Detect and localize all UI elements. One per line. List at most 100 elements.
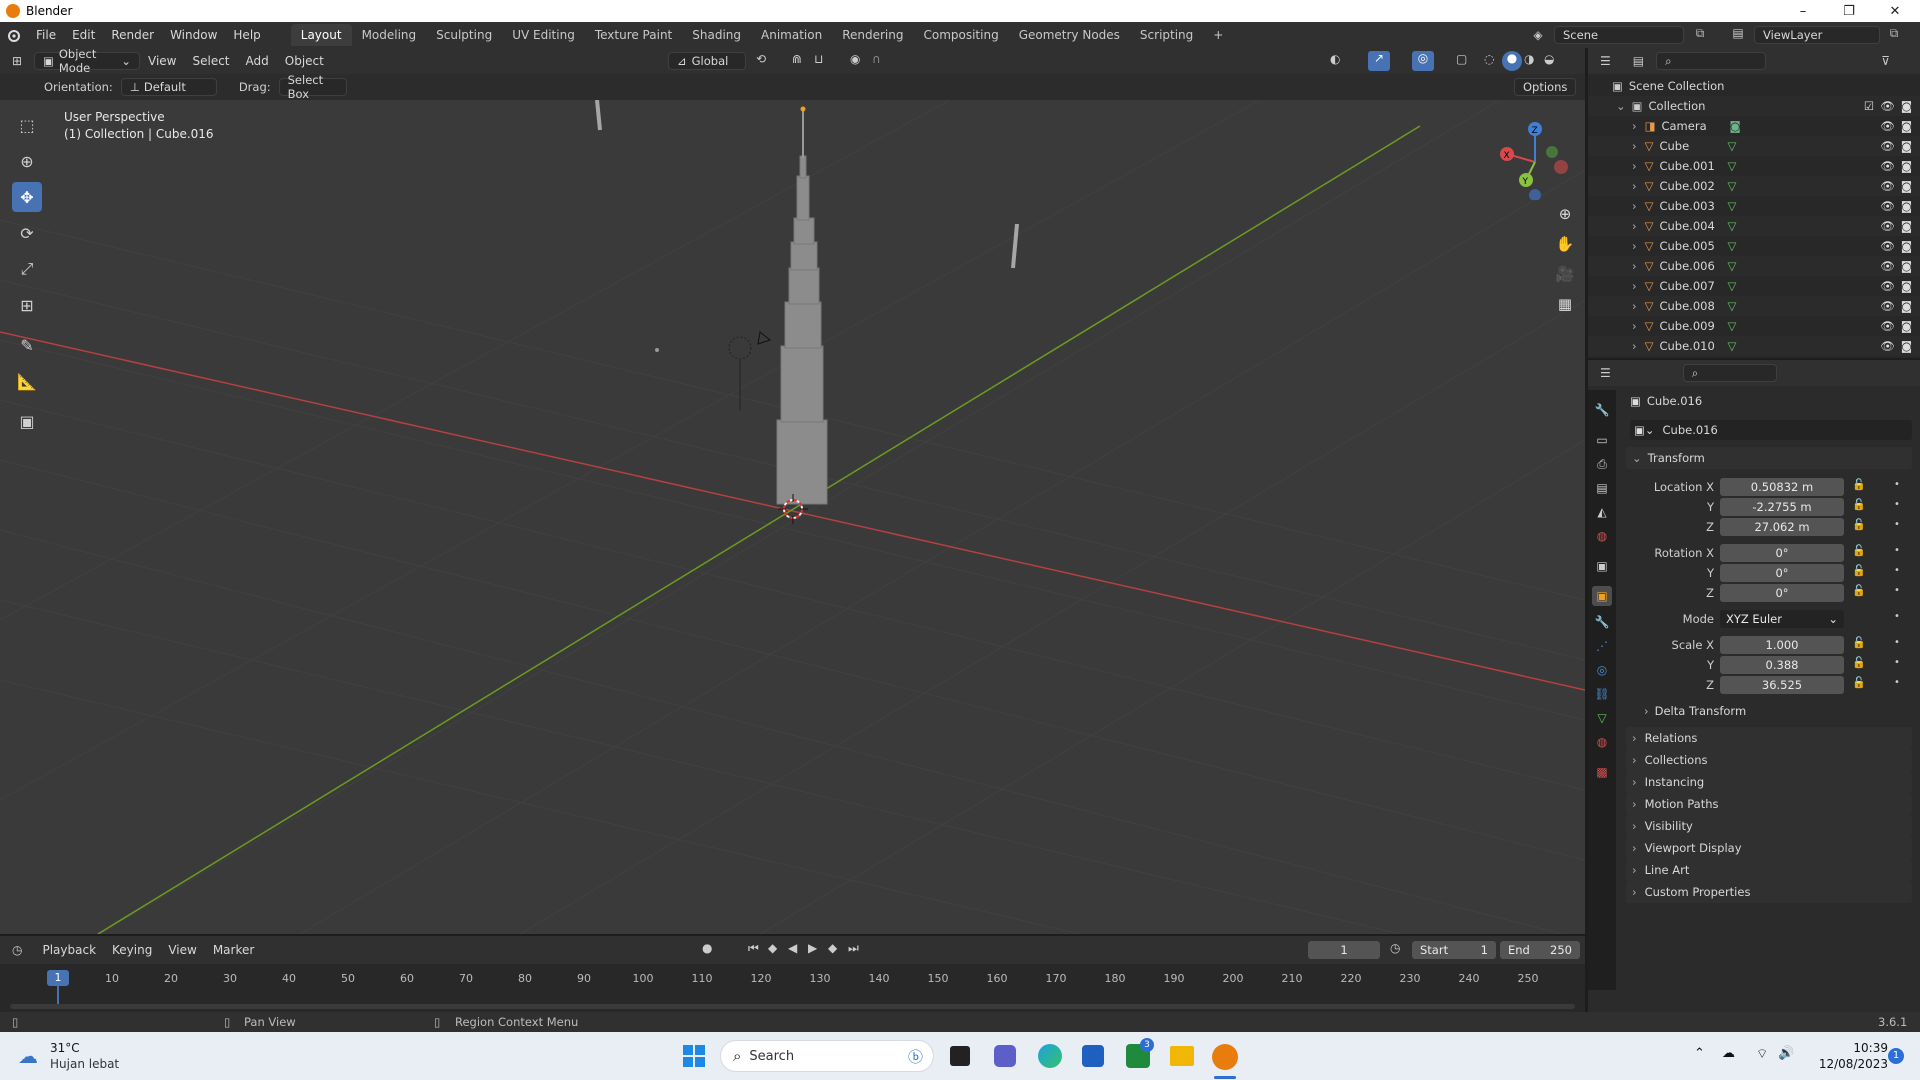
chevron-right-icon[interactable]: › (1632, 179, 1637, 193)
tab-shading[interactable]: Shading (682, 24, 751, 46)
lock-icon[interactable]: 🔓 (1852, 518, 1866, 531)
chevron-right-icon[interactable]: › (1632, 199, 1637, 213)
view-layer-tab-icon[interactable]: ▤ (1592, 478, 1612, 498)
chevron-right-icon[interactable]: › (1632, 259, 1637, 273)
preview-range-icon[interactable]: ◷ (1390, 941, 1400, 955)
keyframe-dot-icon[interactable]: • (1894, 637, 1900, 648)
outliner-item[interactable]: › ▽ Cube.010 ▽ 👁 ◙ (1588, 336, 1920, 356)
viewport-scene[interactable] (0, 100, 1585, 934)
properties-editor-type-icon[interactable]: ☰ (1600, 366, 1611, 380)
panel-collections[interactable]: › Collections (1626, 749, 1912, 771)
mesh-data-icon[interactable]: ▽ (1727, 199, 1736, 213)
tray-overflow-icon[interactable]: ⌃ (1694, 1046, 1705, 1061)
lock-icon[interactable]: 🔓 (1852, 564, 1866, 577)
material-shading-icon[interactable]: ◑ (1524, 52, 1534, 66)
transform-panel-header[interactable]: ⌄ Transform (1626, 447, 1912, 469)
mesh-data-icon[interactable]: ▽ (1727, 139, 1736, 153)
blender-taskbar-icon[interactable] (1212, 1044, 1238, 1070)
filter-icon[interactable]: ⊽ (1881, 54, 1890, 68)
mode-dropdown[interactable]: ▣ Object Mode ⌄ (34, 47, 140, 75)
checkbox-icon[interactable]: ☑ (1864, 99, 1874, 113)
location-y-field[interactable]: -2.2755 m (1720, 498, 1844, 516)
rotation-x-field[interactable]: 0° (1720, 544, 1844, 562)
mesh-data-icon[interactable]: ▽ (1727, 339, 1736, 353)
end-frame-field[interactable]: End 250 (1500, 941, 1580, 959)
chevron-right-icon[interactable]: › (1632, 239, 1637, 253)
menu-render[interactable]: Render (103, 22, 162, 48)
clock-time[interactable]: 10:39 (1818, 1041, 1888, 1055)
tab-compositing[interactable]: Compositing (913, 24, 1008, 46)
drag-dropdown[interactable]: Select Box (278, 73, 347, 101)
camera-render-icon[interactable]: ◙ (1901, 319, 1912, 333)
mesh-data-icon[interactable]: ▽ (1727, 239, 1736, 253)
wifi-icon[interactable]: ⌔ (1756, 1046, 1768, 1062)
eye-icon[interactable]: 👁 (1880, 159, 1895, 173)
taskbar-search-box[interactable]: ⌕ Search ⓑ (720, 1040, 934, 1072)
eye-icon[interactable]: 👁 (1880, 279, 1895, 293)
outliner-item[interactable]: › ▽ Cube.001 ▽ 👁 ◙ (1588, 156, 1920, 176)
play-reverse-icon[interactable]: ◀ (788, 941, 797, 955)
delta-transform-subpanel[interactable]: › Delta Transform (1644, 704, 1746, 718)
scale-z-field[interactable]: 36.525 (1720, 676, 1844, 694)
camera-render-icon[interactable]: ◙ (1901, 259, 1912, 273)
weather-icon[interactable]: ☁ (18, 1044, 44, 1068)
mesh-data-icon[interactable]: ▽ (1727, 219, 1736, 233)
zoom-view-icon[interactable]: ⊕ (1553, 205, 1577, 229)
falloff-icon[interactable]: ∩ (872, 52, 881, 66)
eye-icon[interactable]: 👁 (1880, 219, 1895, 233)
weather-desc[interactable]: Hujan lebat (50, 1057, 119, 1071)
timeline-editor-type-icon[interactable]: ◷ (12, 943, 22, 957)
world-tab-icon[interactable]: ◍ (1592, 526, 1612, 546)
record-icon[interactable]: ● (702, 941, 712, 955)
mesh-data-icon[interactable]: ▽ (1727, 259, 1736, 273)
chevron-right-icon[interactable]: › (1632, 299, 1637, 313)
outliner-item[interactable]: › ▽ Cube.006 ▽ 👁 ◙ (1588, 256, 1920, 276)
mesh-data-icon[interactable]: ▽ (1727, 319, 1736, 333)
modifier-tab-icon[interactable]: 🔧 (1592, 612, 1612, 632)
location-x-field[interactable]: 0.50832 m (1720, 478, 1844, 496)
xray-toggle-icon[interactable]: ▢ (1456, 52, 1467, 66)
panel-instancing[interactable]: › Instancing (1626, 771, 1912, 793)
render-tab-icon[interactable]: ▭ (1592, 430, 1612, 450)
file-explorer-icon[interactable] (1170, 1046, 1194, 1066)
chevron-right-icon[interactable]: › (1632, 319, 1637, 333)
panel-visibility[interactable]: › Visibility (1626, 815, 1912, 837)
eye-icon[interactable]: 👁 (1880, 139, 1895, 153)
annotate-tool-icon[interactable]: ✎ (12, 330, 42, 360)
tab-animation[interactable]: Animation (751, 24, 832, 46)
lock-icon[interactable]: 🔓 (1852, 656, 1866, 669)
outliner-search-input[interactable]: ⌕ (1656, 52, 1767, 70)
transform-tool-icon[interactable]: ⊞ (12, 290, 42, 320)
store-icon[interactable] (1082, 1045, 1104, 1067)
jump-start-icon[interactable]: ⏮ (748, 941, 759, 956)
scale-y-field[interactable]: 0.388 (1720, 656, 1844, 674)
menu-help[interactable]: Help (225, 22, 268, 48)
constraints-tab-icon[interactable]: ⛓ (1592, 684, 1612, 704)
rotation-mode-dropdown[interactable]: XYZ Euler ⌄ (1720, 610, 1844, 628)
mesh-data-icon[interactable]: ▽ (1727, 299, 1736, 313)
chevron-right-icon[interactable]: › (1632, 139, 1637, 153)
blender-menu-icon[interactable] (0, 22, 28, 48)
eye-icon[interactable]: 👁 (1880, 339, 1895, 353)
particles-tab-icon[interactable]: ⋰ (1592, 636, 1612, 656)
camera-render-icon[interactable]: ◙ (1901, 239, 1912, 253)
prev-keyframe-icon[interactable]: ◆ (768, 941, 777, 955)
gizmo-toggle-icon[interactable]: ↗ (1368, 51, 1390, 71)
timeline-menu-playback[interactable]: Playback (34, 937, 104, 963)
outliner-item[interactable]: › ▽ Cube.009 ▽ 👁 ◙ (1588, 316, 1920, 336)
outliner-item[interactable]: › ▽ Cube.003 ▽ 👁 ◙ (1588, 196, 1920, 216)
start-frame-field[interactable]: Start 1 (1412, 941, 1496, 959)
camera-render-icon[interactable]: ◙ (1901, 199, 1912, 213)
visibility-filter-icon[interactable]: ◐ (1330, 52, 1340, 66)
keyframe-dot-icon[interactable]: • (1894, 565, 1900, 576)
clock-date[interactable]: 12/08/2023 (1818, 1057, 1888, 1071)
timeline-menu-view[interactable]: View (160, 937, 204, 963)
lock-icon[interactable]: 🔓 (1852, 636, 1866, 649)
proportional-edit-icon[interactable]: ◉ (850, 52, 860, 66)
panel-motion-paths[interactable]: › Motion Paths (1626, 793, 1912, 815)
menu-edit[interactable]: Edit (64, 22, 103, 48)
camera-render-icon[interactable]: ◙ (1901, 159, 1912, 173)
scale-tool-icon[interactable]: ⤢ (12, 254, 42, 284)
viewport-menu-object[interactable]: Object (277, 48, 332, 74)
camera-data-icon[interactable]: ◙ (1729, 119, 1740, 133)
